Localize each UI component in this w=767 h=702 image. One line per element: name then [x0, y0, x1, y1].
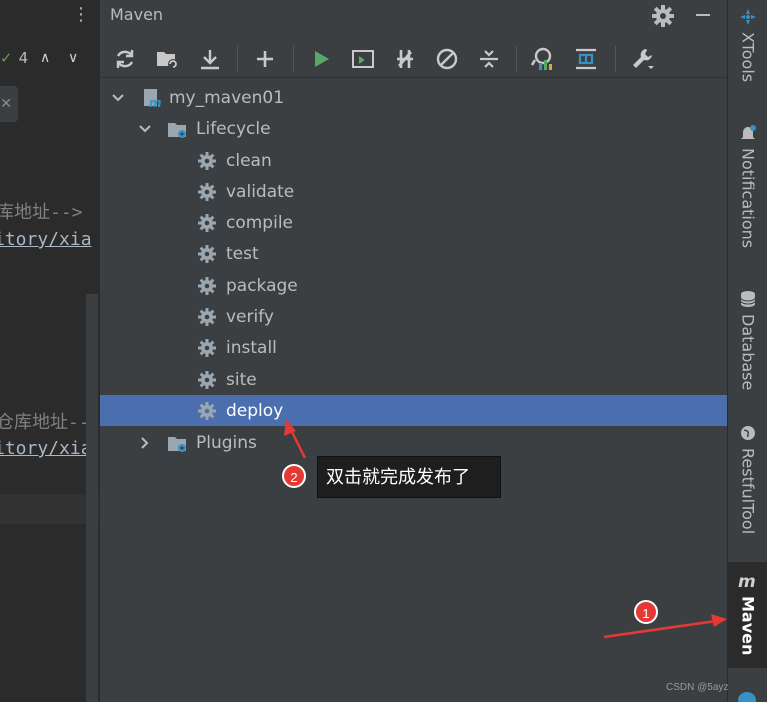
kebab-menu-icon[interactable]: ⋮	[72, 4, 90, 25]
tab-label: Maven	[738, 596, 758, 656]
inspection-nav: ✓ 4 ∧ ∨	[0, 44, 84, 72]
gear-icon	[198, 214, 216, 233]
skip-tests-icon[interactable]	[432, 44, 462, 74]
panel-header: Maven	[100, 0, 728, 32]
analyze-dependencies-icon[interactable]	[528, 44, 558, 74]
code-comment: 库地址-->	[0, 202, 83, 223]
toolbar-separator	[516, 46, 517, 72]
annotation-badge-2: 2	[282, 464, 306, 488]
tab-xtools[interactable]: XTools	[728, 8, 767, 104]
tree-node-project[interactable]: m my_maven01	[100, 82, 728, 113]
annotation-badge-1: 1	[634, 600, 658, 624]
editor-top-bar: ⋮	[0, 0, 99, 34]
tree-node-phase-test[interactable]: test	[100, 239, 728, 270]
maven-toolbar	[100, 40, 728, 78]
tab-label: RestfulTool	[738, 448, 758, 535]
database-icon	[740, 291, 756, 307]
tree-node-lifecycle[interactable]: Lifecycle	[100, 113, 728, 144]
partial-tab-icon	[738, 692, 756, 702]
plugins-folder-icon	[168, 436, 186, 452]
tree-node-phase-validate[interactable]: validate	[100, 176, 728, 207]
gear-icon	[198, 245, 216, 264]
phase-label: clean	[226, 150, 272, 171]
gear-icon	[198, 151, 216, 170]
tree-node-phase-site[interactable]: site	[100, 364, 728, 395]
chevron-down-icon[interactable]	[110, 90, 126, 106]
phase-label: verify	[226, 307, 274, 327]
editor-scrollbar[interactable]	[86, 294, 98, 702]
download-icon[interactable]	[195, 44, 225, 74]
code-link[interactable]: itory/xia	[0, 229, 92, 250]
tree-node-phase-install[interactable]: install	[100, 333, 728, 364]
chevron-down-icon[interactable]	[137, 121, 153, 137]
phase-label: site	[226, 369, 257, 390]
maven-tool-window: Maven m my_maven01 Lifecycle clean valid…	[99, 0, 728, 702]
annotation-tooltip: 双击就完成发布了	[317, 456, 501, 498]
right-tool-strip: XTools Notifications Database RestfulToo…	[727, 0, 767, 702]
editor-pane: ⋮ ✓ 4 ∧ ∨ ✕ 库地址--> itory/xia 仓库地址-- itor…	[0, 0, 99, 702]
gear-icon	[198, 308, 216, 326]
bell-icon	[741, 125, 756, 139]
tree-node-phase-verify[interactable]: verify	[100, 302, 728, 333]
tab-notifications[interactable]: Notifications	[728, 124, 767, 274]
maven-icon: m	[738, 572, 756, 590]
tree-node-phase-compile[interactable]: compile	[100, 208, 728, 239]
gear-icon[interactable]	[650, 3, 676, 29]
run-icon[interactable]	[306, 44, 336, 74]
lifecycle-folder-icon	[168, 122, 186, 138]
gear-icon	[198, 370, 216, 389]
maven-project-icon: m	[144, 88, 162, 108]
tree-node-plugins[interactable]: Plugins	[100, 427, 728, 458]
tree-node-phase-clean[interactable]: clean	[100, 145, 728, 176]
previous-highlight-icon[interactable]: ∧	[34, 50, 56, 66]
next-highlight-icon[interactable]: ∨	[62, 50, 84, 66]
tab-maven[interactable]: m Maven	[728, 562, 767, 668]
toggle-offline-icon[interactable]	[390, 44, 420, 74]
code-link[interactable]: itory/xia	[0, 438, 92, 459]
tree-node-phase-package[interactable]: package	[100, 270, 728, 301]
gear-icon	[198, 401, 216, 420]
gear-icon	[198, 276, 216, 295]
code-comment: 仓库地址--	[0, 412, 90, 433]
gear-icon	[198, 182, 216, 201]
wrench-icon[interactable]	[628, 44, 658, 74]
phase-label: package	[226, 275, 298, 296]
tab-label: XTools	[738, 32, 758, 83]
panel-title: Maven	[110, 5, 164, 24]
add-folder-icon[interactable]	[152, 44, 182, 74]
reload-icon[interactable]	[110, 44, 140, 74]
console-icon[interactable]	[348, 44, 378, 74]
gear-icon	[198, 339, 216, 358]
tab-database[interactable]: Database	[728, 290, 767, 400]
phase-label: test	[226, 244, 259, 265]
toolbar-separator	[615, 46, 616, 72]
tab-label: Notifications	[738, 148, 758, 249]
show-dependencies-icon[interactable]	[571, 44, 601, 74]
collapse-all-icon[interactable]	[474, 44, 504, 74]
xtools-icon	[740, 9, 756, 25]
phase-label: validate	[226, 181, 295, 202]
tree-node-phase-deploy[interactable]: deploy	[100, 395, 728, 427]
svg-text:m: m	[738, 572, 756, 590]
toolbar-separator	[237, 46, 238, 72]
check-icon: ✓	[0, 49, 13, 67]
project-label: my_maven01	[169, 87, 285, 108]
chevron-right-icon[interactable]	[137, 435, 153, 451]
svg-text:m: m	[149, 96, 162, 108]
phase-label: install	[226, 338, 277, 359]
globe-icon	[741, 426, 755, 440]
plus-icon[interactable]	[250, 44, 280, 74]
tab-label: Database	[738, 314, 758, 391]
toolbar-separator	[293, 46, 294, 72]
lifecycle-label: Lifecycle	[196, 118, 271, 139]
close-icon[interactable]: ✕	[0, 86, 18, 122]
tab-restfultool[interactable]: RestfulTool	[728, 424, 767, 550]
phase-label: deploy	[226, 400, 284, 421]
plugins-label: Plugins	[196, 432, 257, 453]
warning-count[interactable]: 4	[19, 49, 29, 67]
watermark: CSDN @5ayz	[666, 682, 729, 693]
phase-label: compile	[226, 213, 294, 234]
minimize-icon[interactable]	[696, 14, 710, 16]
caret-row-highlight	[0, 494, 99, 524]
